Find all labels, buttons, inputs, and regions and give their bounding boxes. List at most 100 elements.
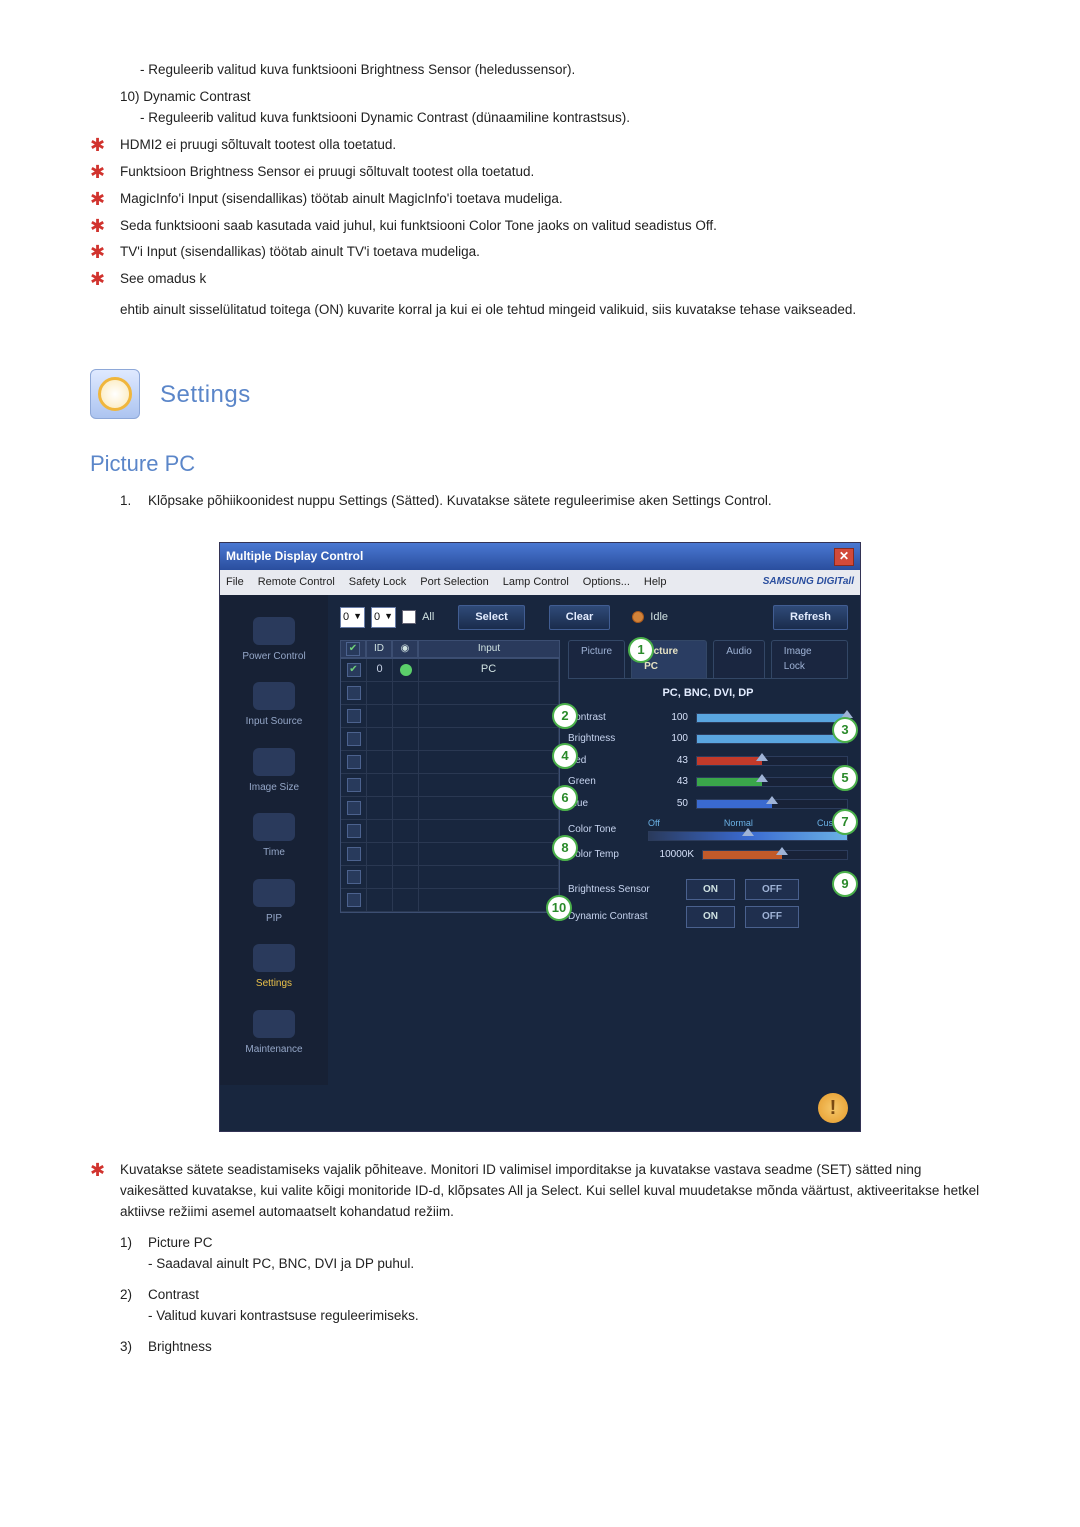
section-title: Picture PC: [90, 447, 990, 481]
def-desc: - Saadaval ainult PC, BNC, DVI ja DP puh…: [148, 1254, 990, 1275]
table-row[interactable]: [341, 843, 559, 866]
star-icon: ✱: [90, 136, 110, 157]
menu-item[interactable]: Safety Lock: [349, 574, 406, 591]
star-icon: ✱: [90, 190, 110, 211]
row-check[interactable]: [347, 824, 361, 838]
sidebar-label: Maintenance: [231, 1042, 317, 1058]
def-label: Picture PC: [148, 1233, 213, 1254]
sidebar-item[interactable]: Input Source: [231, 678, 317, 740]
settings-section-icon: [90, 369, 140, 419]
definitions-list: 1)Picture PC- Saadaval ainult PC, BNC, D…: [120, 1233, 990, 1358]
row-check[interactable]: [347, 870, 361, 884]
brightness-sensor-off[interactable]: OFF: [745, 879, 799, 901]
table-row[interactable]: [341, 705, 559, 728]
slider-color-tone[interactable]: [648, 831, 848, 841]
combo-a[interactable]: 0▼: [340, 607, 365, 628]
table-row[interactable]: [341, 889, 559, 912]
sidebar-icon: [253, 682, 295, 710]
def-number: 1): [120, 1233, 148, 1254]
row-check[interactable]: [347, 778, 361, 792]
settings-panel: Picture Picture PC Audio Image Lock PC, …: [568, 640, 848, 934]
note-text: Funktsioon Brightness Sensor ei pruugi s…: [120, 162, 534, 183]
menu-item[interactable]: Help: [644, 574, 667, 591]
table-row[interactable]: [341, 820, 559, 843]
value-red: 43: [648, 753, 688, 769]
sidebar-item[interactable]: Settings: [231, 940, 317, 1002]
row-color-temp: Color Temp 10000K: [568, 847, 848, 863]
row-input: PC: [419, 659, 559, 681]
label-contrast: Contrast: [568, 710, 640, 726]
row-check[interactable]: [347, 893, 361, 907]
combo-b[interactable]: 0▼: [371, 607, 396, 628]
slider-blue[interactable]: [696, 799, 848, 809]
value-color-temp: 10000K: [648, 847, 694, 863]
toolbar: 0▼ 0▼ All Select Clear Idle Refresh: [340, 605, 848, 630]
sidebar-item[interactable]: Time: [231, 809, 317, 871]
tab-picture[interactable]: Picture: [568, 640, 625, 678]
tab-audio[interactable]: Audio: [713, 640, 765, 678]
row-check[interactable]: [347, 663, 361, 677]
tab-image-lock[interactable]: Image Lock: [771, 640, 848, 678]
grid-header-status: ◉: [392, 640, 418, 658]
star-icon: ✱: [90, 163, 110, 184]
row-id: 0: [367, 659, 393, 681]
slider-brightness[interactable]: [696, 734, 848, 744]
row-check[interactable]: [347, 732, 361, 746]
sidebar-label: Power Control: [231, 649, 317, 665]
star-icon: ✱: [90, 270, 110, 291]
callout-9: 9: [832, 871, 858, 897]
table-row[interactable]: [341, 797, 559, 820]
slider-green[interactable]: [696, 777, 848, 787]
sidebar-item[interactable]: Power Control: [231, 613, 317, 675]
row-green: Green 43: [568, 774, 848, 790]
menu-item[interactable]: Port Selection: [420, 574, 488, 591]
slider-red[interactable]: [696, 756, 848, 766]
checkbox-all[interactable]: [402, 610, 416, 624]
label-color-temp: Color Temp: [568, 847, 640, 863]
row-check[interactable]: [347, 686, 361, 700]
panel-heading: PC, BNC, DVI, DP: [568, 685, 848, 702]
table-row[interactable]: [341, 866, 559, 889]
close-icon[interactable]: ✕: [834, 548, 854, 566]
table-row[interactable]: 0 PC: [341, 659, 559, 682]
callout-10: 10: [546, 895, 572, 921]
sidebar-item[interactable]: Image Size: [231, 744, 317, 806]
row-brightness: Brightness 100: [568, 731, 848, 747]
row-check[interactable]: [347, 847, 361, 861]
brightness-sensor-on[interactable]: ON: [686, 879, 735, 901]
dynamic-contrast-off[interactable]: OFF: [745, 906, 799, 928]
menu-item[interactable]: Lamp Control: [503, 574, 569, 591]
idle-label: Idle: [650, 609, 668, 626]
sidebar-item[interactable]: Maintenance: [231, 1006, 317, 1068]
menu-item[interactable]: File: [226, 574, 244, 591]
callout-1: 1: [628, 637, 654, 663]
def-number: 2): [120, 1285, 148, 1306]
star-icon: ✱: [90, 217, 110, 238]
post-note-text: Kuvatakse sätete seadistamiseks vajalik …: [120, 1160, 990, 1223]
slider-color-temp[interactable]: [702, 850, 848, 860]
sidebar-item[interactable]: PIP: [231, 875, 317, 937]
table-row[interactable]: [341, 728, 559, 751]
label-brightness: Brightness: [568, 731, 640, 747]
table-row[interactable]: [341, 751, 559, 774]
clear-button[interactable]: Clear: [549, 605, 611, 630]
sidebar-label: Input Source: [231, 714, 317, 730]
row-check[interactable]: [347, 709, 361, 723]
sidebar-icon: [253, 1010, 295, 1038]
slider-contrast[interactable]: [696, 713, 848, 723]
menu-item[interactable]: Remote Control: [258, 574, 335, 591]
value-green: 43: [648, 774, 688, 790]
select-button[interactable]: Select: [458, 605, 524, 630]
def-label: Contrast: [148, 1285, 199, 1306]
row-check[interactable]: [347, 755, 361, 769]
refresh-button[interactable]: Refresh: [773, 605, 848, 630]
table-row[interactable]: [341, 682, 559, 705]
menu-item[interactable]: Options...: [583, 574, 630, 591]
row-check[interactable]: [347, 801, 361, 815]
item-10-desc: - Reguleerib valitud kuva funktsiooni Dy…: [140, 108, 990, 129]
dynamic-contrast-on[interactable]: ON: [686, 906, 735, 928]
sidebar-icon: [253, 813, 295, 841]
callout-8: 8: [552, 835, 578, 861]
table-row[interactable]: [341, 774, 559, 797]
star-icon: ✱: [90, 243, 110, 264]
